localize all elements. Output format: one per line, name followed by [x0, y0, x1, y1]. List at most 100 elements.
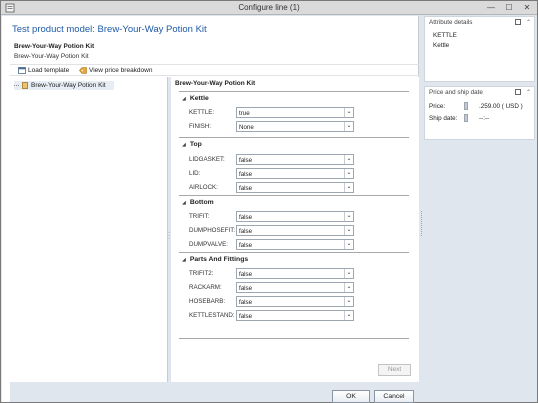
collapse-up-icon[interactable]: ⌃: [526, 19, 531, 26]
panel-options-icon[interactable]: [514, 19, 521, 25]
tree-item-root[interactable]: Brew-Your-Way Potion Kit: [14, 81, 114, 90]
collapse-triangle-icon: ◢: [182, 199, 186, 206]
ship-date-indicator-icon: [464, 114, 468, 122]
airlock-select[interactable]: false ⌄: [236, 182, 354, 193]
chevron-down-icon[interactable]: ⌄: [344, 183, 353, 192]
dialog-button-bar: OK Cancel: [10, 382, 419, 403]
collapse-triangle-icon: ◢: [182, 256, 186, 263]
factbox-pane: Attribute details ⌃ KETTLE Kettle Price …: [420, 16, 537, 402]
chevron-down-icon[interactable]: ⌄: [344, 212, 353, 221]
select-value: false: [239, 170, 253, 178]
pane-splitter[interactable]: · · ·: [167, 77, 170, 382]
hosebarb-select[interactable]: false ⌄: [236, 296, 354, 307]
next-button[interactable]: Next: [378, 364, 411, 376]
field-hosebarb: HOSEBARB: false ⌄: [189, 296, 359, 307]
chevron-down-icon[interactable]: ⌄: [344, 169, 353, 178]
field-finish: FINISH: None ⌄: [189, 121, 359, 132]
chevron-down-icon[interactable]: ⌄: [344, 297, 353, 306]
page-title: Test product model: Brew-Your-Way Potion…: [12, 24, 207, 35]
field-label: KETTLE:: [189, 109, 215, 116]
field-rackarm: RACKARM: false ⌄: [189, 282, 359, 293]
collapse-triangle-icon: ◢: [182, 141, 186, 148]
select-value: false: [239, 312, 253, 320]
field-label: LID:: [189, 170, 201, 177]
collapse-up-icon[interactable]: ⌃: [526, 89, 531, 96]
dumphosefit-select[interactable]: false ⌄: [236, 225, 354, 236]
component-icon: [22, 82, 28, 89]
field-label: HOSEBARB:: [189, 298, 226, 305]
panel-options-icon[interactable]: [514, 89, 521, 95]
chevron-down-icon[interactable]: ⌄: [344, 108, 353, 117]
select-value: true: [239, 109, 250, 117]
cancel-button[interactable]: Cancel: [374, 390, 414, 403]
configure-line-window: Configure line (1) — ☐ ✕ Test product mo…: [0, 0, 538, 403]
close-button[interactable]: ✕: [522, 3, 532, 12]
attribute-details-panel: Attribute details ⌃ KETTLE Kettle: [424, 16, 535, 82]
group-top[interactable]: ◢ Top: [179, 137, 409, 148]
field-kettle: KETTLE: true ⌄: [189, 107, 359, 118]
select-value: false: [239, 227, 253, 235]
dumpvalve-select[interactable]: false ⌄: [236, 239, 354, 250]
kettle-select[interactable]: true ⌄: [236, 107, 354, 118]
kettlestand-select[interactable]: false ⌄: [236, 310, 354, 321]
section-divider: [179, 338, 409, 339]
maximize-button[interactable]: ☐: [504, 3, 514, 12]
chevron-down-icon[interactable]: ⌄: [344, 240, 353, 249]
minimize-button[interactable]: —: [486, 3, 496, 12]
select-value: false: [239, 184, 253, 192]
chevron-down-icon[interactable]: ⌄: [344, 226, 353, 235]
select-value: false: [239, 213, 253, 221]
select-value: false: [239, 270, 253, 278]
trifit2-select[interactable]: false ⌄: [236, 268, 354, 279]
chevron-down-icon[interactable]: ⌄: [344, 269, 353, 278]
price-ship-title: Price and ship date: [429, 89, 483, 96]
group-label: Bottom: [189, 199, 214, 206]
attribute-pane-title: Brew-Your-Way Potion Kit: [175, 80, 256, 87]
view-price-breakdown-label: View price breakdown: [89, 67, 153, 74]
finish-select[interactable]: None ⌄: [236, 121, 354, 132]
chevron-down-icon[interactable]: ⌄: [344, 155, 353, 164]
field-label: FINISH:: [189, 123, 212, 130]
select-value: false: [239, 284, 253, 292]
rackarm-select[interactable]: false ⌄: [236, 282, 354, 293]
load-template-icon: [18, 67, 26, 74]
factbox-splitter[interactable]: [421, 211, 424, 236]
collapse-triangle-icon: ◢: [182, 95, 186, 102]
ship-date-row: Ship date: --:--: [429, 114, 534, 123]
ok-button[interactable]: OK: [332, 390, 370, 403]
attribute-pane: Brew-Your-Way Potion Kit ◢ Kettle KETTLE…: [171, 77, 419, 382]
price-row: Price: .259.00 ( USD ): [429, 102, 534, 111]
load-template-button[interactable]: Load template: [18, 67, 69, 74]
field-label: LIDGASKET:: [189, 156, 225, 163]
field-trifit2: TRIFIT2: false ⌄: [189, 268, 359, 279]
chevron-down-icon[interactable]: ⌄: [344, 283, 353, 292]
attribute-name: KETTLE: [433, 32, 457, 39]
field-label: TRIFIT:: [189, 213, 210, 220]
field-dumphosefit: DUMPHOSEFIT: false ⌄: [189, 225, 359, 236]
field-dumpvalve: DUMPVALVE: false ⌄: [189, 239, 359, 250]
splitter-grip-icon: · · ·: [168, 230, 170, 242]
chevron-down-icon[interactable]: ⌄: [344, 311, 353, 320]
select-value: false: [239, 241, 253, 249]
field-label: DUMPHOSEFIT:: [189, 227, 236, 234]
group-label: Top: [189, 141, 202, 148]
select-value: false: [239, 156, 253, 164]
chevron-down-icon[interactable]: ⌄: [344, 122, 353, 131]
price-ship-panel: Price and ship date ⌃ Price: .259.00 ( U…: [424, 86, 535, 140]
ship-date-value: --:--: [479, 115, 490, 122]
group-label: Parts And Fittings: [189, 256, 249, 263]
lid-select[interactable]: false ⌄: [236, 168, 354, 179]
window-title: Configure line (1): [238, 3, 300, 12]
price-tag-icon: [79, 67, 87, 74]
select-value: None: [239, 123, 254, 131]
view-price-breakdown-button[interactable]: View price breakdown: [79, 67, 152, 74]
field-kettlestand: KETTLESTAND: false ⌄: [189, 310, 359, 321]
trifit-select[interactable]: false ⌄: [236, 211, 354, 222]
configuration-area: Brew-Your-Way Potion Kit · · · Brew-Your-W…: [10, 77, 419, 382]
component-tree: Brew-Your-Way Potion Kit: [10, 77, 167, 382]
field-trifit: TRIFIT: false ⌄: [189, 211, 359, 222]
group-parts-and-fittings[interactable]: ◢ Parts And Fittings: [179, 252, 409, 263]
lidgasket-select[interactable]: false ⌄: [236, 154, 354, 165]
group-bottom[interactable]: ◢ Bottom: [179, 195, 409, 206]
group-kettle[interactable]: ◢ Kettle: [179, 91, 409, 102]
